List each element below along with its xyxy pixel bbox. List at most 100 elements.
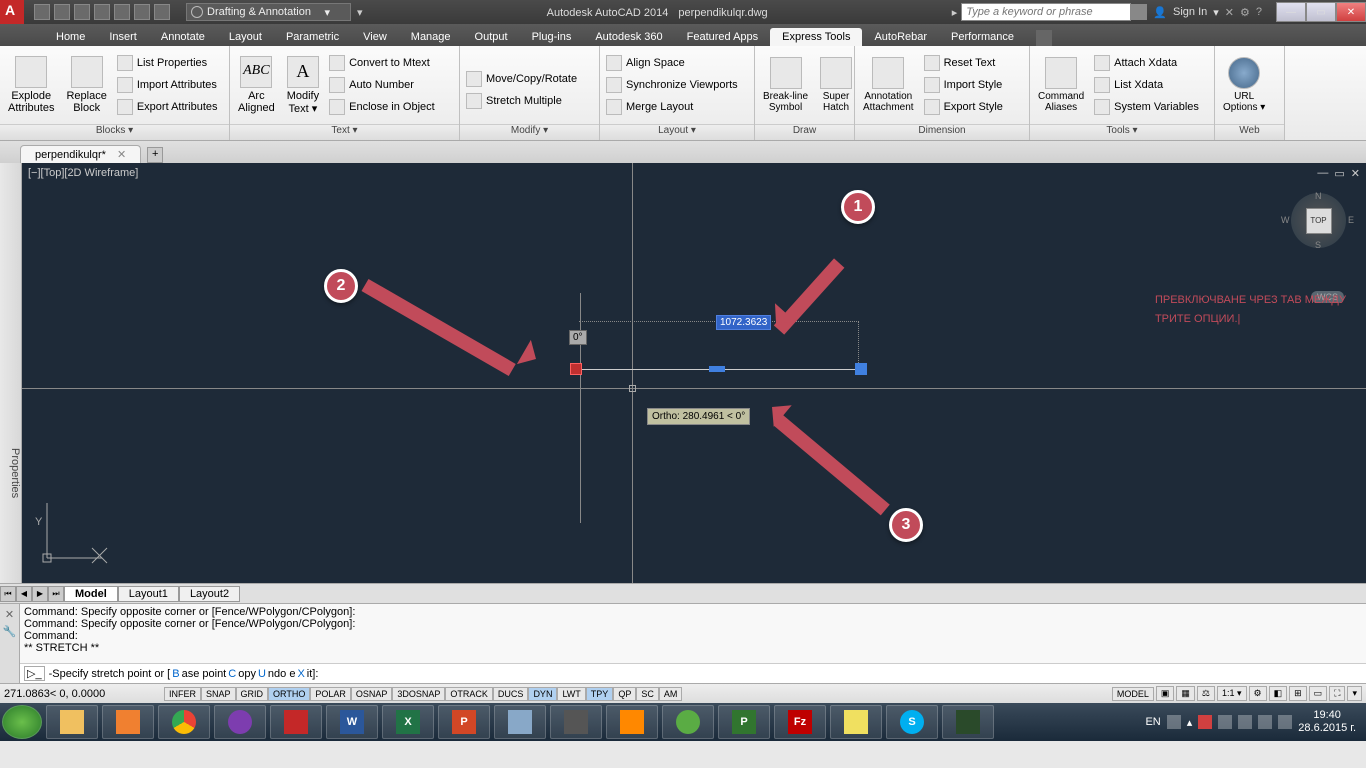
status-icon[interactable]: ⚙ <box>1249 686 1267 701</box>
tray-chevron-icon[interactable]: ▴ <box>1187 716 1193 729</box>
status-icon[interactable]: ▾ <box>1347 686 1362 701</box>
panel-title-text[interactable]: Text ▾ <box>230 124 459 140</box>
tab-layout[interactable]: Layout <box>217 28 274 46</box>
panel-title-modify[interactable]: Modify ▾ <box>460 124 599 140</box>
panel-title-layout[interactable]: Layout ▾ <box>600 124 754 140</box>
taskbar-item-media[interactable] <box>102 705 154 739</box>
taskbar-item-calc[interactable] <box>494 705 546 739</box>
import-attributes-button[interactable]: Import Attributes <box>113 74 222 96</box>
grip-mid[interactable] <box>709 366 725 372</box>
status-toggle-tpy[interactable]: TPY <box>586 687 614 701</box>
status-icon[interactable]: ▦ <box>1176 686 1195 701</box>
viewport-label[interactable]: [−][Top][2D Wireframe] <box>28 167 138 179</box>
coordinates-display[interactable]: 271.0863< 0, 0.0000 <box>4 688 164 700</box>
minimize-viewport-icon[interactable]: — <box>1317 167 1328 180</box>
modify-text-button[interactable]: AModify Text ▾ <box>281 48 325 122</box>
annotation-scale-icon[interactable]: ⚖ <box>1197 686 1215 701</box>
status-toggle-ducs[interactable]: DUCS <box>493 687 529 701</box>
command-aliases-button[interactable]: Command Aliases <box>1032 48 1090 122</box>
import-style-button[interactable]: Import Style <box>920 74 1007 96</box>
move-copy-rotate-button[interactable]: Move/Copy/Rotate <box>462 68 581 90</box>
taskbar-item-ppt[interactable]: P <box>438 705 490 739</box>
tab-express[interactable]: Express Tools <box>770 28 862 46</box>
status-toggle-lwt[interactable]: LWT <box>557 687 585 701</box>
tab-performance[interactable]: Performance <box>939 28 1026 46</box>
first-layout-icon[interactable]: ⏮ <box>0 586 16 602</box>
taskbar-item-word[interactable]: W <box>326 705 378 739</box>
command-history[interactable]: Command: Specify opposite corner or [Fen… <box>20 604 1366 663</box>
drawing-canvas[interactable]: [−][Top][2D Wireframe] — ▭ ✕ TOP N E S W… <box>22 163 1366 583</box>
new-icon[interactable] <box>34 4 50 20</box>
status-toggle-otrack[interactable]: OTRACK <box>445 687 493 701</box>
last-layout-icon[interactable]: ⏭ <box>48 586 64 602</box>
status-icon[interactable]: ▭ <box>1309 686 1328 701</box>
start-button[interactable] <box>2 705 42 739</box>
status-toggle-sc[interactable]: SC <box>636 687 659 701</box>
prev-layout-icon[interactable]: ◀ <box>16 586 32 602</box>
new-tab-icon[interactable]: + <box>147 147 163 163</box>
stretch-multiple-button[interactable]: Stretch Multiple <box>462 90 581 112</box>
status-toggle-polar[interactable]: POLAR <box>310 687 351 701</box>
enclose-button[interactable]: Enclose in Object <box>325 96 439 118</box>
tab-featured[interactable]: Featured Apps <box>675 28 771 46</box>
command-handle[interactable]: ✕ 🔧 <box>0 604 20 683</box>
avira-icon[interactable] <box>1198 715 1212 729</box>
taskbar-item-filezilla[interactable]: Fz <box>774 705 826 739</box>
signin-button[interactable]: Sign In <box>1173 6 1207 18</box>
workspace-dropdown[interactable]: Drafting & Annotation ▾ <box>186 3 351 21</box>
tab-parametric[interactable]: Parametric <box>274 28 351 46</box>
taskbar-item-notes[interactable] <box>830 705 882 739</box>
align-space-button[interactable]: Align Space <box>602 52 742 74</box>
status-toggle-ortho[interactable]: ORTHO <box>268 687 310 701</box>
close-icon[interactable]: ✕ <box>0 608 19 621</box>
list-properties-button[interactable]: List Properties <box>113 52 222 74</box>
tab-autorebar[interactable]: AutoRebar <box>862 28 939 46</box>
status-icon[interactable]: ▣ <box>1156 686 1175 701</box>
status-icon[interactable]: ⛶ <box>1329 686 1345 701</box>
status-toggle-3dosnap[interactable]: 3DOSNAP <box>392 687 445 701</box>
status-toggle-am[interactable]: AM <box>659 687 683 701</box>
search-icon[interactable] <box>1131 4 1147 20</box>
grip-end[interactable] <box>855 363 867 375</box>
maximize-button[interactable]: ▭ <box>1306 2 1336 22</box>
next-layout-icon[interactable]: ▶ <box>32 586 48 602</box>
panel-title-tools[interactable]: Tools ▾ <box>1030 124 1214 140</box>
tab-plugins[interactable]: Plug-ins <box>520 28 584 46</box>
panel-title-blocks[interactable]: Blocks ▾ <box>0 124 229 140</box>
taskbar-item-torrent[interactable] <box>662 705 714 739</box>
status-toggle-snap[interactable]: SNAP <box>201 687 236 701</box>
tab-home[interactable]: Home <box>44 28 97 46</box>
taskbar-item-vlc[interactable] <box>606 705 658 739</box>
exchange-icon[interactable]: ✕ <box>1225 6 1234 19</box>
save-icon[interactable] <box>74 4 90 20</box>
app-logo-icon[interactable] <box>0 0 24 24</box>
tray-icon[interactable] <box>1167 715 1181 729</box>
convert-mtext-button[interactable]: Convert to Mtext <box>325 52 439 74</box>
explode-attributes-button[interactable]: Explode Attributes <box>2 48 60 122</box>
properties-palette[interactable]: Properties <box>0 163 22 583</box>
viewcube-face[interactable]: TOP <box>1306 208 1332 234</box>
volume-icon[interactable] <box>1258 715 1272 729</box>
ribbon-collapse-icon[interactable] <box>1036 30 1052 46</box>
doc-tab[interactable]: perpendikulqr* ✕ <box>20 145 141 163</box>
tab-output[interactable]: Output <box>463 28 520 46</box>
saveas-icon[interactable] <box>94 4 110 20</box>
taskbar-item-excel[interactable]: X <box>382 705 434 739</box>
network-icon[interactable] <box>1238 715 1252 729</box>
auto-number-button[interactable]: Auto Number <box>325 74 439 96</box>
chevron-down-icon[interactable]: ▾ <box>1213 6 1219 19</box>
reset-text-button[interactable]: Reset Text <box>920 52 1007 74</box>
status-toggle-dyn[interactable]: DYN <box>528 687 557 701</box>
annotation-attachment-button[interactable]: Annotation Attachment <box>857 48 920 122</box>
taskbar-item-pdf[interactable] <box>550 705 602 739</box>
open-icon[interactable] <box>54 4 70 20</box>
close-tab-icon[interactable]: ✕ <box>117 149 126 161</box>
url-options-button[interactable]: URL Options ▾ <box>1217 48 1271 122</box>
layout-tab-model[interactable]: Model <box>64 586 118 602</box>
taskbar-item-project[interactable]: P <box>718 705 770 739</box>
status-toggle-grid[interactable]: GRID <box>236 687 269 701</box>
breakline-button[interactable]: Break-line Symbol <box>757 48 814 122</box>
layout-tab-1[interactable]: Layout1 <box>118 586 179 602</box>
merge-layout-button[interactable]: Merge Layout <box>602 96 742 118</box>
close-viewport-icon[interactable]: ✕ <box>1351 167 1360 180</box>
